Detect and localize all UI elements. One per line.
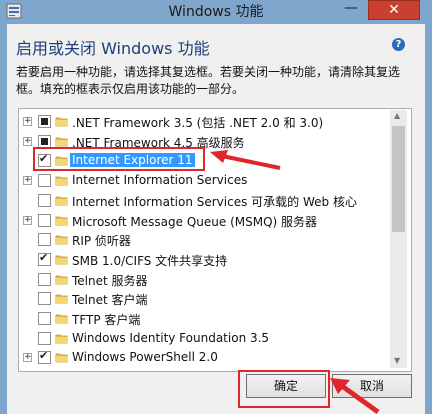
feature-label: Telnet 服务器 [72,273,148,288]
folder-icon [55,294,68,304]
feature-row[interactable]: SMB 1.0/CIFS 文件共享支持 [19,250,389,270]
feature-label: Internet Information Services [72,173,248,188]
folder-icon [55,137,68,147]
feature-row[interactable]: + Internet Information Services [19,171,389,191]
feature-checkbox[interactable] [38,349,51,365]
folder-icon [55,275,68,284]
expand-icon[interactable]: + [23,353,32,363]
folder-icon [55,314,68,324]
annotation-highlight-ie [33,147,205,171]
feature-checkbox[interactable] [38,331,51,345]
feature-label: TFTP 客户端 [72,313,141,327]
feature-label: Internet Information Services 可承载的 Web 核… [72,194,357,209]
annotation-arrow-icon [330,378,380,414]
expand-icon[interactable]: + [23,215,32,225]
folder-icon [55,353,68,363]
folder-icon [55,176,68,186]
feature-row[interactable]: Telnet 服务器 [19,270,389,290]
feature-row[interactable]: + Windows PowerShell 2.0 [19,348,389,368]
feature-label: .NET Framework 3.5 (包括 .NET 2.0 和 3.0) [72,116,324,130]
expand-icon[interactable]: + [23,176,32,186]
annotation-arrow-icon [210,150,281,170]
feature-checkbox[interactable] [38,233,51,247]
feature-checkbox[interactable] [38,312,51,325]
feature-checkbox[interactable] [38,251,51,266]
feature-checkbox[interactable] [38,272,51,286]
expand-icon[interactable]: + [23,117,32,126]
scrollbar-thumb[interactable] [392,126,405,232]
minimize-button[interactable]: — [338,1,364,19]
feature-label: Windows PowerShell 2.0 [72,350,218,365]
feature-checkbox[interactable] [38,174,51,188]
help-icon[interactable]: ? [392,38,405,51]
expand-icon[interactable]: + [23,136,32,146]
folder-icon [55,196,68,206]
description-text: 若要启用一种功能，请选择其复选框。若要关闭一种功能，请清除其复选框。填充的框表示… [16,65,401,96]
feature-label: Microsoft Message Queue (MSMQ) 服务器 [72,214,318,229]
scroll-down-icon[interactable]: ▼ [394,356,400,365]
folder-icon [55,117,68,127]
feature-row[interactable]: + .NET Framework 3.5 (包括 .NET 2.0 和 3.0) [19,112,389,132]
title-bar[interactable]: Windows 功能 — ✕ [0,0,432,22]
feature-checkbox[interactable] [38,292,51,306]
folder-icon [55,216,68,225]
feature-row[interactable]: TFTP 客户端 [19,309,389,329]
feature-row[interactable]: Telnet 客户端 [19,289,389,309]
feature-checkbox[interactable] [38,213,51,227]
feature-label: Windows Identity Foundation 3.5 [72,330,270,345]
feature-label: RIP 侦听器 [72,234,131,249]
feature-checkbox[interactable] [38,193,51,207]
feature-checkbox[interactable] [38,115,51,128]
scroll-up-icon[interactable]: ▲ [394,111,400,120]
feature-checkbox[interactable] [38,134,51,148]
feature-row[interactable]: Windows Identity Foundation 3.5 [19,329,389,349]
feature-label: Telnet 客户端 [72,293,148,308]
annotation-highlight-ok [238,370,330,408]
feature-row[interactable]: Internet Information Services 可承载的 Web 核… [19,191,389,211]
feature-row[interactable]: + Microsoft Message Queue (MSMQ) 服务器 [19,211,389,231]
feature-row[interactable]: RIP 侦听器 [19,230,389,250]
folder-icon [55,235,68,245]
page-title: 启用或关闭 Windows 功能 [16,39,210,58]
folder-icon [55,255,68,265]
feature-label: SMB 1.0/CIFS 文件共享支持 [72,253,228,268]
folder-icon [55,334,68,344]
close-button[interactable]: ✕ [368,0,420,20]
